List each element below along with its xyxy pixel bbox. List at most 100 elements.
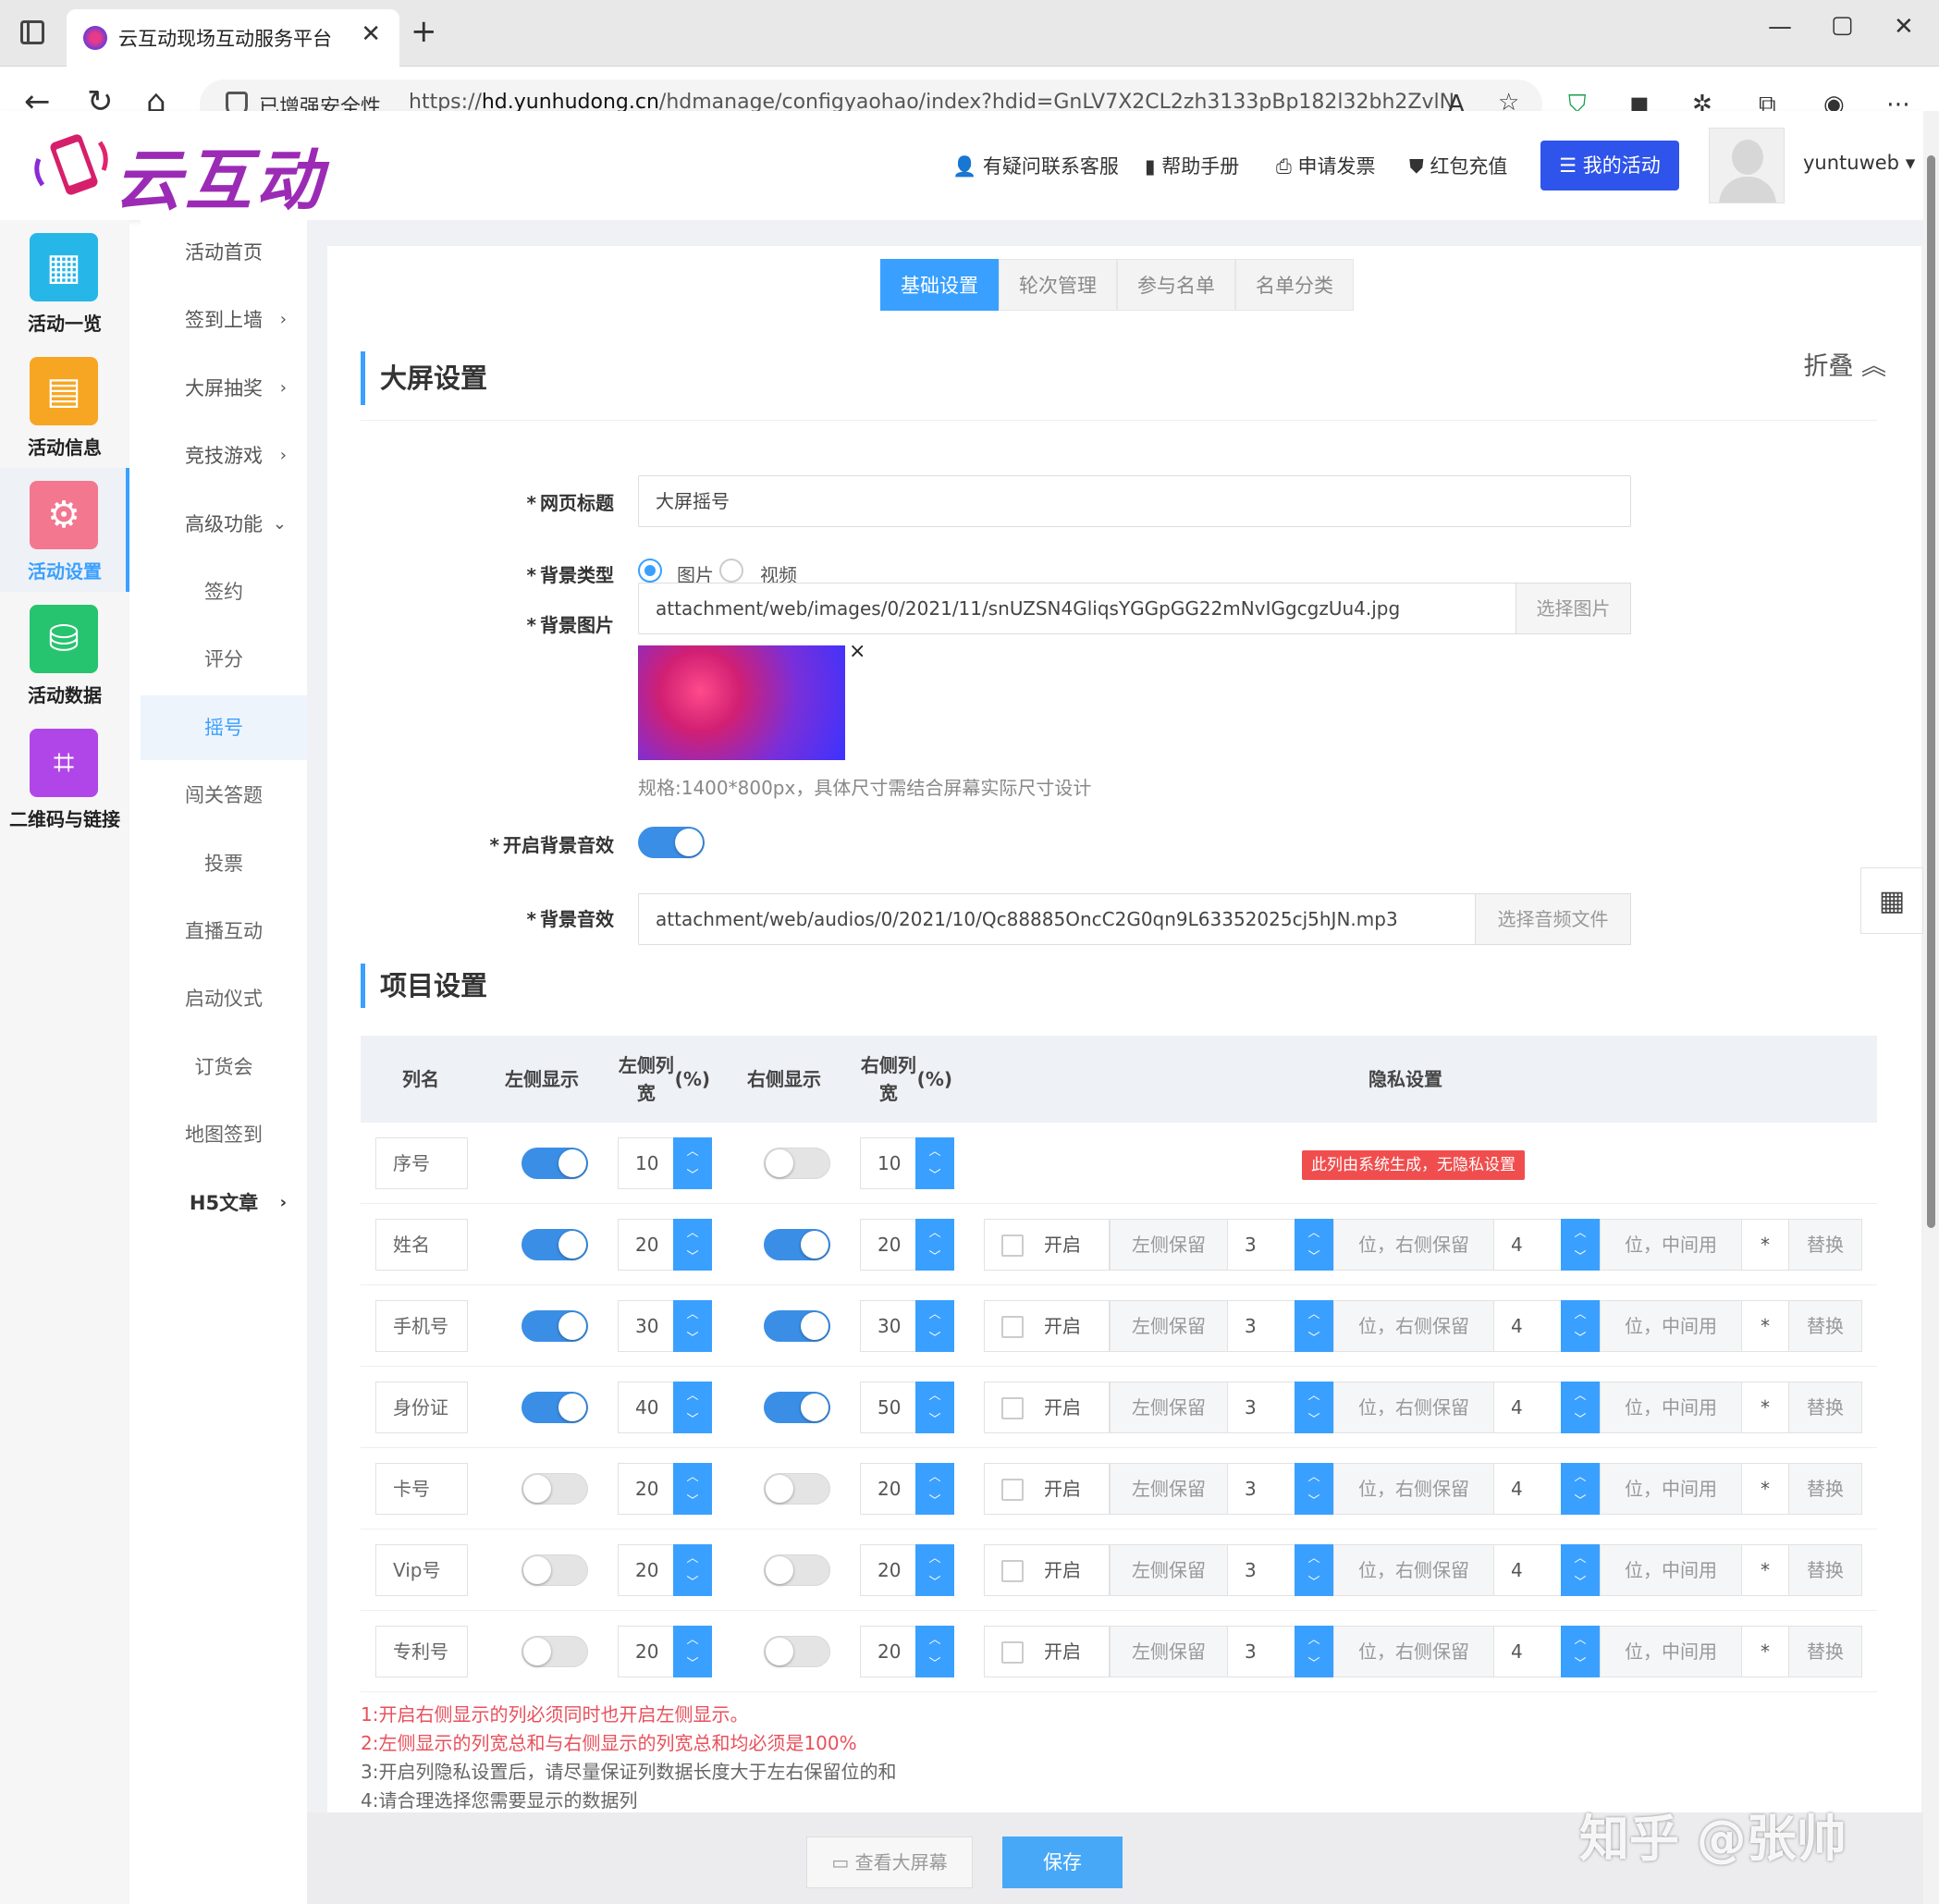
left-keep-input[interactable]: 3 [1227,1382,1295,1433]
help-manual-link[interactable]: ▮ 帮助手册 [1145,152,1239,179]
spinner-up-icon[interactable]: ︿ [673,1548,712,1566]
left-keep-input[interactable]: 3 [1227,1300,1295,1352]
maximize-icon[interactable]: ▢ [1831,11,1854,39]
left-width-spinner[interactable]: ︿ ﹀ [673,1544,712,1596]
spinner-down-icon[interactable]: ﹀ [673,1328,712,1345]
spinner-down-icon[interactable]: ﹀ [915,1491,954,1508]
spinner-up-icon[interactable]: ︿ [673,1222,712,1240]
left-width-stepper[interactable]: 30 ︿ ﹀ [618,1300,712,1352]
spinner-down-icon[interactable]: ﹀ [673,1409,712,1427]
left-width-stepper[interactable]: 20 ︿ ﹀ [618,1463,712,1515]
avatar[interactable] [1709,128,1785,203]
privacy-enable[interactable]: 开启 [984,1626,1110,1677]
right-width-spinner[interactable]: ︿ ﹀ [915,1219,954,1271]
privacy-checkbox[interactable] [1001,1316,1024,1338]
spinner-down-icon[interactable]: ﹀ [673,1247,712,1264]
tab-basic-settings[interactable]: 基础设置 [880,259,999,311]
spinner-up-icon[interactable]: ︿ [673,1467,712,1484]
left-width-spinner[interactable]: ︿ ﹀ [673,1382,712,1433]
spinner-down-icon[interactable]: ﹀ [1561,1409,1600,1427]
right-width-spinner[interactable]: ︿ ﹀ [915,1300,954,1352]
submenu-item-3[interactable]: 竞技游戏 › [141,424,307,488]
spinner-up-icon[interactable]: ︿ [1295,1629,1333,1647]
right-width-stepper[interactable]: 20 ︿ ﹀ [860,1219,954,1271]
bg-image-input[interactable]: attachment/web/images/0/2021/11/snUZSN4G… [638,583,1516,634]
request-invoice-link[interactable]: ⎙ 申请发票 [1276,152,1375,179]
spinner-up-icon[interactable]: ︿ [1561,1304,1600,1321]
choose-image-button[interactable]: 选择图片 [1516,583,1631,634]
right-keep-input[interactable]: 4 [1493,1626,1562,1677]
submenu-item-4[interactable]: 高级功能 ⌄ [141,492,307,557]
column-name-input[interactable]: 姓名 [375,1219,468,1271]
spinner-up-icon[interactable]: ︿ [915,1548,954,1566]
submenu-item-14[interactable]: H5文章 › [141,1171,307,1235]
right-keep-spinner[interactable]: ︿ ﹀ [1561,1463,1600,1515]
save-button[interactable]: 保存 [1002,1836,1123,1888]
spinner-up-icon[interactable]: ︿ [915,1304,954,1321]
left-width-spinner[interactable]: ︿ ﹀ [673,1300,712,1352]
left-keep-input[interactable]: 3 [1227,1219,1295,1271]
spinner-down-icon[interactable]: ﹀ [1295,1247,1333,1264]
spinner-up-icon[interactable]: ︿ [1295,1548,1333,1566]
right-width-stepper[interactable]: 20 ︿ ﹀ [860,1544,954,1596]
submenu-item-12[interactable]: 订货会 [141,1035,307,1099]
left-keep-input[interactable]: 3 [1227,1544,1295,1596]
spinner-up-icon[interactable]: ︿ [915,1222,954,1240]
mask-char-input[interactable]: * [1741,1626,1789,1677]
close-window-icon[interactable]: ✕ [1894,13,1914,41]
spinner-up-icon[interactable]: ︿ [915,1141,954,1159]
spinner-down-icon[interactable]: ﹀ [1561,1572,1600,1590]
mask-char-input[interactable]: * [1741,1463,1789,1515]
right-keep-spinner[interactable]: ︿ ﹀ [1561,1626,1600,1677]
spinner-up-icon[interactable]: ︿ [1561,1467,1600,1484]
spinner-down-icon[interactable]: ﹀ [673,1491,712,1508]
tab-rounds[interactable]: 轮次管理 [999,259,1117,311]
right-width-stepper[interactable]: 50 ︿ ﹀ [860,1382,954,1433]
mask-char-input[interactable]: * [1741,1382,1789,1433]
spinner-down-icon[interactable]: ﹀ [1561,1653,1600,1671]
privacy-enable[interactable]: 开启 [984,1300,1110,1352]
remove-image-icon[interactable]: × [849,640,865,663]
choose-audio-button[interactable]: 选择音频文件 [1475,893,1631,945]
submenu-item-6[interactable]: 评分 [141,627,307,692]
right-keep-input[interactable]: 4 [1493,1544,1562,1596]
left-keep-spinner[interactable]: ︿ ﹀ [1295,1300,1333,1352]
spinner-down-icon[interactable]: ﹀ [673,1653,712,1671]
view-screen-button[interactable]: ▭ 查看大屏幕 [806,1836,973,1888]
right-keep-spinner[interactable]: ︿ ﹀ [1561,1544,1600,1596]
right-width-spinner[interactable]: ︿ ﹀ [915,1137,954,1189]
submenu-item-13[interactable]: 地图签到 [141,1102,307,1167]
new-tab-icon[interactable]: + [411,13,437,50]
spinner-down-icon[interactable]: ﹀ [1295,1653,1333,1671]
spinner-up-icon[interactable]: ︿ [1295,1304,1333,1321]
right-keep-input[interactable]: 4 [1493,1463,1562,1515]
column-name-input[interactable]: Vip号 [375,1544,468,1596]
right-width-stepper[interactable]: 30 ︿ ﹀ [860,1300,954,1352]
left-width-spinner[interactable]: ︿ ﹀ [673,1219,712,1271]
submenu-item-1[interactable]: 签到上墙 › [141,288,307,352]
left-show-toggle[interactable] [522,1310,588,1342]
spinner-down-icon[interactable]: ﹀ [1295,1328,1333,1345]
left-show-toggle[interactable] [522,1473,588,1505]
left-show-toggle[interactable] [522,1392,588,1423]
left-show-toggle[interactable] [522,1229,588,1260]
left-width-stepper[interactable]: 20 ︿ ﹀ [618,1544,712,1596]
spinner-up-icon[interactable]: ︿ [915,1385,954,1403]
close-tab-icon[interactable]: ✕ [361,20,381,48]
privacy-checkbox[interactable] [1001,1560,1024,1582]
left-keep-spinner[interactable]: ︿ ﹀ [1295,1626,1333,1677]
fold-toggle[interactable]: 折叠 ︽ [1803,346,1886,382]
mask-char-input[interactable]: * [1741,1300,1789,1352]
column-name-input[interactable]: 序号 [375,1137,468,1189]
bg-sound-input[interactable]: attachment/web/audios/0/2021/10/Qc88885O… [638,893,1476,945]
spinner-down-icon[interactable]: ﹀ [1295,1409,1333,1427]
minimize-icon[interactable]: — [1768,13,1792,41]
rail-item-2[interactable]: ⚙ 活动设置 [0,468,129,592]
spinner-up-icon[interactable]: ︿ [1295,1222,1333,1240]
spinner-down-icon[interactable]: ﹀ [915,1572,954,1590]
privacy-checkbox[interactable] [1001,1397,1024,1419]
radio-video[interactable] [719,559,743,583]
privacy-enable[interactable]: 开启 [984,1382,1110,1433]
privacy-checkbox[interactable] [1001,1479,1024,1501]
spinner-down-icon[interactable]: ﹀ [1295,1491,1333,1508]
